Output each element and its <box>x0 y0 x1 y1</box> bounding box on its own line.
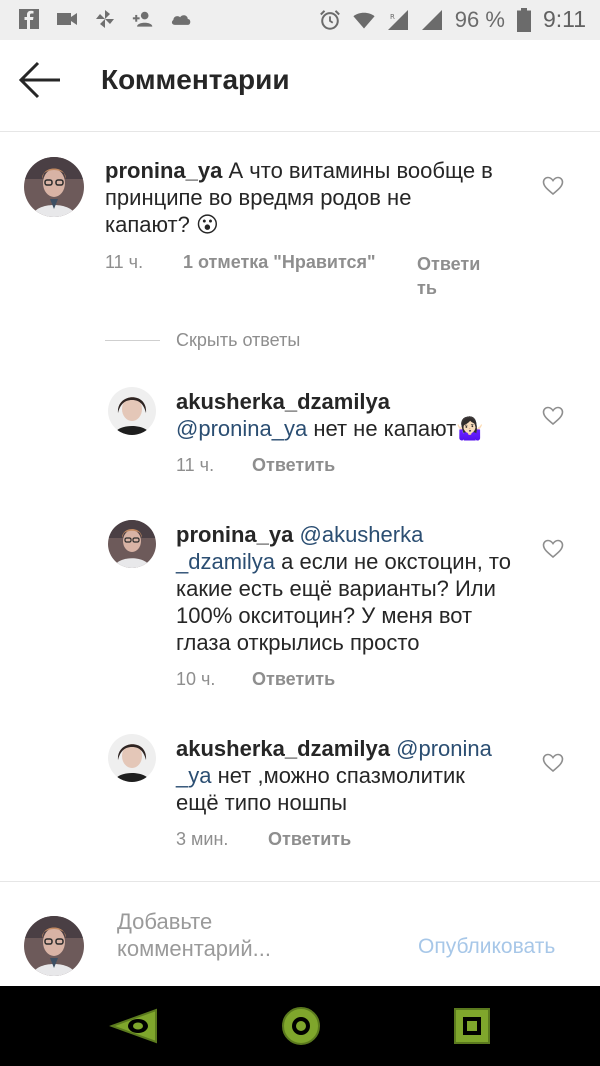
alarm-icon <box>319 9 340 30</box>
replies-divider <box>105 340 160 341</box>
pinwheel-icon <box>96 10 114 28</box>
reply-button[interactable]: Ответить <box>252 455 335 476</box>
avatar[interactable] <box>108 734 156 782</box>
system-nav-bar <box>0 986 600 1066</box>
reply-time: 11 ч. <box>176 455 215 475</box>
svg-text:R: R <box>390 13 395 21</box>
publish-button[interactable]: Опубликовать <box>418 935 555 959</box>
mention-link[interactable]: @pronina_ya <box>176 416 307 441</box>
composer-divider <box>0 881 600 882</box>
comment-text: pronina_ya А что витамины вообще в принц… <box>105 157 495 238</box>
reply-time: 10 ч. <box>176 669 216 689</box>
reply-username[interactable]: pronina_ya <box>176 522 293 547</box>
system-status: R 96 % 9:11 <box>319 6 586 33</box>
header-divider <box>0 131 600 132</box>
reply-label-line2: ть <box>417 278 437 298</box>
avatar[interactable] <box>24 157 84 217</box>
comment-username[interactable]: pronina_ya <box>105 158 222 183</box>
reply-text: pronina_ya @akusherka _dzamilya а если н… <box>176 521 521 656</box>
video-camera-icon <box>57 13 77 25</box>
reply-button[interactable]: Ответи ть <box>417 252 480 300</box>
facebook-icon <box>19 9 39 30</box>
avatar[interactable] <box>108 387 156 435</box>
reply-time: 3 мин. <box>176 829 229 849</box>
avatar <box>24 916 84 976</box>
reply-button[interactable]: Ответить <box>268 829 351 850</box>
reply-text: akusherka_dzamilya @pronina _ya нет ,мож… <box>176 735 506 816</box>
avatar[interactable] <box>108 520 156 568</box>
arrow-left-icon[interactable] <box>18 60 62 100</box>
notification-icons <box>18 8 192 30</box>
heart-outline-icon[interactable] <box>542 176 564 196</box>
battery-icon <box>516 7 531 32</box>
signal-icon: R <box>387 9 408 30</box>
reply-username[interactable]: akusherka_dzamilya <box>176 388 546 415</box>
add-person-icon <box>132 11 153 27</box>
comment-time: 11 ч. <box>105 252 144 272</box>
reply-body: нет ,можно спазмолитик ещё типо ношпы <box>176 763 465 815</box>
signal-icon-2 <box>421 9 442 30</box>
wifi-icon <box>353 12 375 28</box>
app-header: Комментарии <box>0 40 600 122</box>
square-recent-icon[interactable] <box>452 1004 492 1048</box>
triangle-back-icon[interactable] <box>108 1004 160 1048</box>
clock: 9:11 <box>542 6 586 32</box>
cloud-icon <box>171 15 191 25</box>
reply-label-line1: Ответи <box>417 254 481 274</box>
battery-percent: 96 % <box>454 6 505 32</box>
reply-text: akusherka_dzamilya @pronina_ya нет не ка… <box>176 388 546 442</box>
reply-username[interactable]: akusherka_dzamilya <box>176 736 390 761</box>
comment-input[interactable]: Добавьте комментарий... <box>117 908 367 962</box>
comment-likes[interactable]: 1 отметка "Нравится" <box>183 252 376 273</box>
page-title: Комментарии <box>101 64 290 95</box>
heart-outline-icon[interactable] <box>542 539 564 559</box>
reply-button[interactable]: Ответить <box>252 669 335 690</box>
status-bar: R 96 % 9:11 <box>0 0 600 40</box>
heart-outline-icon[interactable] <box>542 753 564 773</box>
heart-outline-icon[interactable] <box>542 406 564 426</box>
circle-home-icon[interactable] <box>280 1004 322 1048</box>
reply-body: нет не капают🤷🏻‍♀️ <box>313 416 484 441</box>
hide-replies-button[interactable]: Скрыть ответы <box>176 330 300 351</box>
